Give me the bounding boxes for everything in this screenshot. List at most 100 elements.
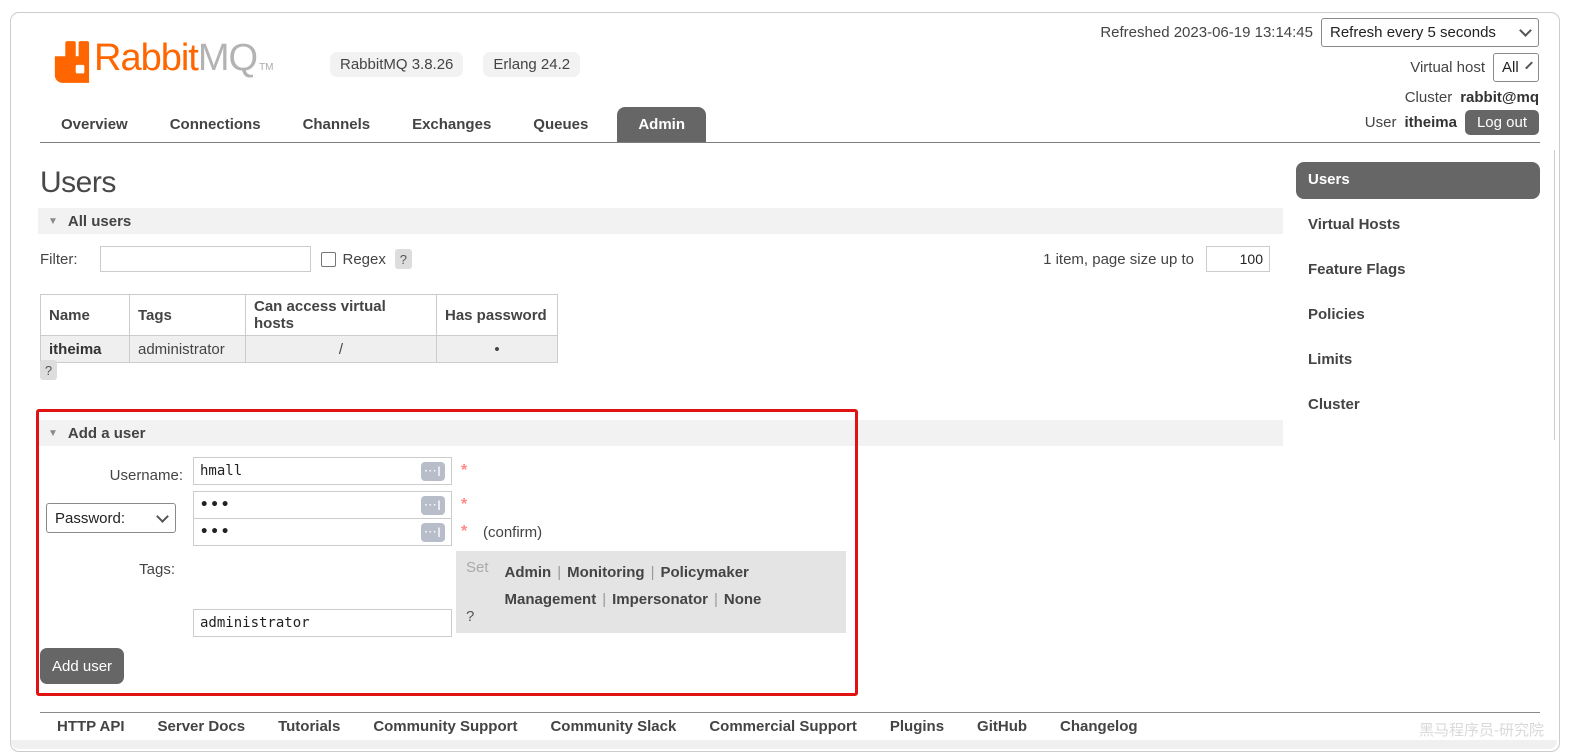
add-user-section-header[interactable]: ▼ Add a user bbox=[38, 420, 1283, 446]
user-name-cell[interactable]: itheima bbox=[40, 335, 130, 363]
chevron-down-icon bbox=[1519, 24, 1532, 37]
page-size-input[interactable] bbox=[1206, 246, 1270, 272]
watermark-text: 黑马程序员-研究院 bbox=[1419, 722, 1544, 739]
all-users-section-title: All users bbox=[67, 212, 132, 230]
footer-link-server-docs[interactable]: Server Docs bbox=[158, 718, 246, 735]
tag-option-policymaker[interactable]: Policymaker bbox=[660, 564, 748, 581]
tab-connections[interactable]: Connections bbox=[149, 107, 282, 142]
refreshed-timestamp: Refreshed 2023-06-19 13:14:45 bbox=[1100, 24, 1313, 41]
filter-help-icon[interactable]: ? bbox=[394, 249, 412, 269]
cluster-label: Cluster bbox=[1404, 89, 1453, 106]
logo-text-mq: MQ bbox=[197, 37, 258, 79]
filter-label: Filter: bbox=[40, 250, 78, 268]
tab-admin[interactable]: Admin bbox=[617, 107, 706, 142]
add-user-button[interactable]: Add user bbox=[40, 648, 125, 684]
user-name-link[interactable]: itheima bbox=[49, 341, 102, 358]
tab-channels[interactable]: Channels bbox=[282, 107, 392, 142]
regex-label: Regex bbox=[342, 250, 386, 268]
main-tabbar: Overview Connections Channels Exchanges … bbox=[40, 106, 1540, 143]
chevron-down-icon bbox=[156, 509, 169, 523]
virtual-host-row: Virtual host All bbox=[1410, 53, 1539, 82]
add-user-section-title: Add a user bbox=[67, 424, 146, 442]
tag-option-none[interactable]: None bbox=[724, 591, 762, 608]
virtual-host-label: Virtual host bbox=[1410, 59, 1485, 76]
tags-help-icon[interactable]: ? bbox=[466, 608, 489, 625]
tag-option-monitoring[interactable]: Monitoring bbox=[567, 564, 644, 581]
text-suggestion-icon[interactable]: ···| bbox=[421, 495, 445, 515]
tags-options-box: Set ? Admin | Monitoring | Policymaker Manag… bbox=[456, 551, 846, 633]
cluster-row: Cluster rabbit@mq bbox=[1405, 89, 1539, 106]
password-input[interactable] bbox=[200, 492, 421, 518]
tag-option-admin[interactable]: Admin bbox=[505, 564, 552, 581]
password-type-select[interactable]: Password: bbox=[46, 503, 176, 533]
sidebar-divider bbox=[1554, 150, 1555, 440]
tag-separator: | bbox=[557, 564, 562, 581]
user-vhosts-cell: / bbox=[245, 335, 437, 363]
footer-link-github[interactable]: GitHub bbox=[977, 718, 1027, 735]
footer-link-community-slack[interactable]: Community Slack bbox=[550, 718, 676, 735]
tab-overview[interactable]: Overview bbox=[40, 107, 149, 142]
refresh-interval-select[interactable]: Refresh every 5 seconds bbox=[1321, 18, 1539, 47]
user-has-password-cell: • bbox=[436, 335, 558, 363]
sidebar-item-feature-flags[interactable]: Feature Flags bbox=[1296, 252, 1540, 289]
logo-wordmark: RabbitMQ bbox=[94, 36, 258, 80]
refresh-interval-value: Refresh every 5 seconds bbox=[1330, 24, 1496, 41]
virtual-host-select[interactable]: All bbox=[1493, 53, 1539, 82]
rabbitmq-logo[interactable]: RabbitMQ TM bbox=[52, 36, 274, 84]
required-asterisk: * bbox=[461, 523, 468, 540]
sidebar-item-policies[interactable]: Policies bbox=[1296, 297, 1540, 334]
sidebar-item-limits[interactable]: Limits bbox=[1296, 342, 1540, 379]
tag-option-links: Admin | Monitoring | Policymaker Management |… bbox=[505, 559, 762, 625]
text-suggestion-icon[interactable]: ···| bbox=[421, 461, 445, 481]
tags-label: Tags: bbox=[139, 561, 175, 578]
virtual-host-value: All bbox=[1502, 59, 1519, 76]
tag-option-impersonator[interactable]: Impersonator bbox=[612, 591, 708, 608]
tags-input[interactable] bbox=[200, 610, 445, 636]
page-title: Users bbox=[40, 166, 116, 199]
tag-option-management[interactable]: Management bbox=[505, 591, 597, 608]
logo-text-rabbit: Rabbit bbox=[94, 37, 199, 79]
users-table-header-row: Name Tags Can access virtual hosts Has p… bbox=[40, 294, 558, 336]
tab-exchanges[interactable]: Exchanges bbox=[391, 107, 512, 142]
cluster-name: rabbit@mq bbox=[1460, 89, 1539, 106]
tab-queues[interactable]: Queues bbox=[512, 107, 609, 142]
sidebar-item-virtual-hosts[interactable]: Virtual Hosts bbox=[1296, 207, 1540, 244]
username-field-box: ···| bbox=[193, 457, 452, 485]
confirm-note: (confirm) bbox=[483, 524, 543, 541]
version-badges: RabbitMQ 3.8.26 Erlang 24.2 bbox=[330, 52, 581, 77]
password-confirm-input[interactable] bbox=[200, 519, 421, 545]
all-users-section-header[interactable]: ▼ All users bbox=[38, 208, 1283, 234]
filter-input[interactable] bbox=[99, 246, 311, 272]
footer-divider bbox=[40, 712, 1540, 713]
tag-separator: | bbox=[602, 591, 607, 608]
password-field-box: ···| bbox=[193, 491, 452, 519]
erlang-version-badge: Erlang 24.2 bbox=[483, 52, 581, 77]
collapse-triangle-icon: ▼ bbox=[48, 427, 58, 439]
rabbitmq-logo-icon bbox=[54, 41, 90, 83]
regex-checkbox[interactable] bbox=[320, 251, 336, 267]
tags-field-box bbox=[193, 609, 452, 637]
sidebar-item-cluster[interactable]: Cluster bbox=[1296, 387, 1540, 424]
table-help-icon[interactable]: ? bbox=[40, 360, 57, 380]
bottom-strip bbox=[11, 740, 1557, 749]
footer-link-community-support[interactable]: Community Support bbox=[373, 718, 517, 735]
username-input[interactable] bbox=[200, 458, 421, 484]
sidebar-item-users[interactable]: Users bbox=[1296, 162, 1540, 199]
users-table: Name Tags Can access virtual hosts Has p… bbox=[40, 294, 558, 363]
rabbitmq-version-badge: RabbitMQ 3.8.26 bbox=[330, 52, 464, 77]
tag-separator: | bbox=[650, 564, 655, 581]
text-suggestion-icon[interactable]: ···| bbox=[421, 522, 445, 542]
footer-link-plugins[interactable]: Plugins bbox=[890, 718, 944, 735]
col-header-vhosts: Can access virtual hosts bbox=[245, 294, 437, 336]
password-type-value: Password: bbox=[55, 509, 126, 527]
col-header-tags: Tags bbox=[129, 294, 246, 336]
footer-link-tutorials[interactable]: Tutorials bbox=[278, 718, 340, 735]
password-confirm-field-box: ···| bbox=[193, 518, 452, 546]
footer-link-http-api[interactable]: HTTP API bbox=[57, 718, 125, 735]
footer-link-changelog[interactable]: Changelog bbox=[1060, 718, 1138, 735]
footer-link-commercial-support[interactable]: Commercial Support bbox=[709, 718, 857, 735]
admin-sidebar: Users Virtual Hosts Feature Flags Polici… bbox=[1296, 162, 1540, 432]
app-frame: RabbitMQ TM RabbitMQ 3.8.26 Erlang 24.2 … bbox=[0, 0, 1569, 755]
tags-box-left-col: Set ? bbox=[466, 559, 489, 625]
footer-links: HTTP API Server Docs Tutorials Community… bbox=[57, 718, 1138, 735]
